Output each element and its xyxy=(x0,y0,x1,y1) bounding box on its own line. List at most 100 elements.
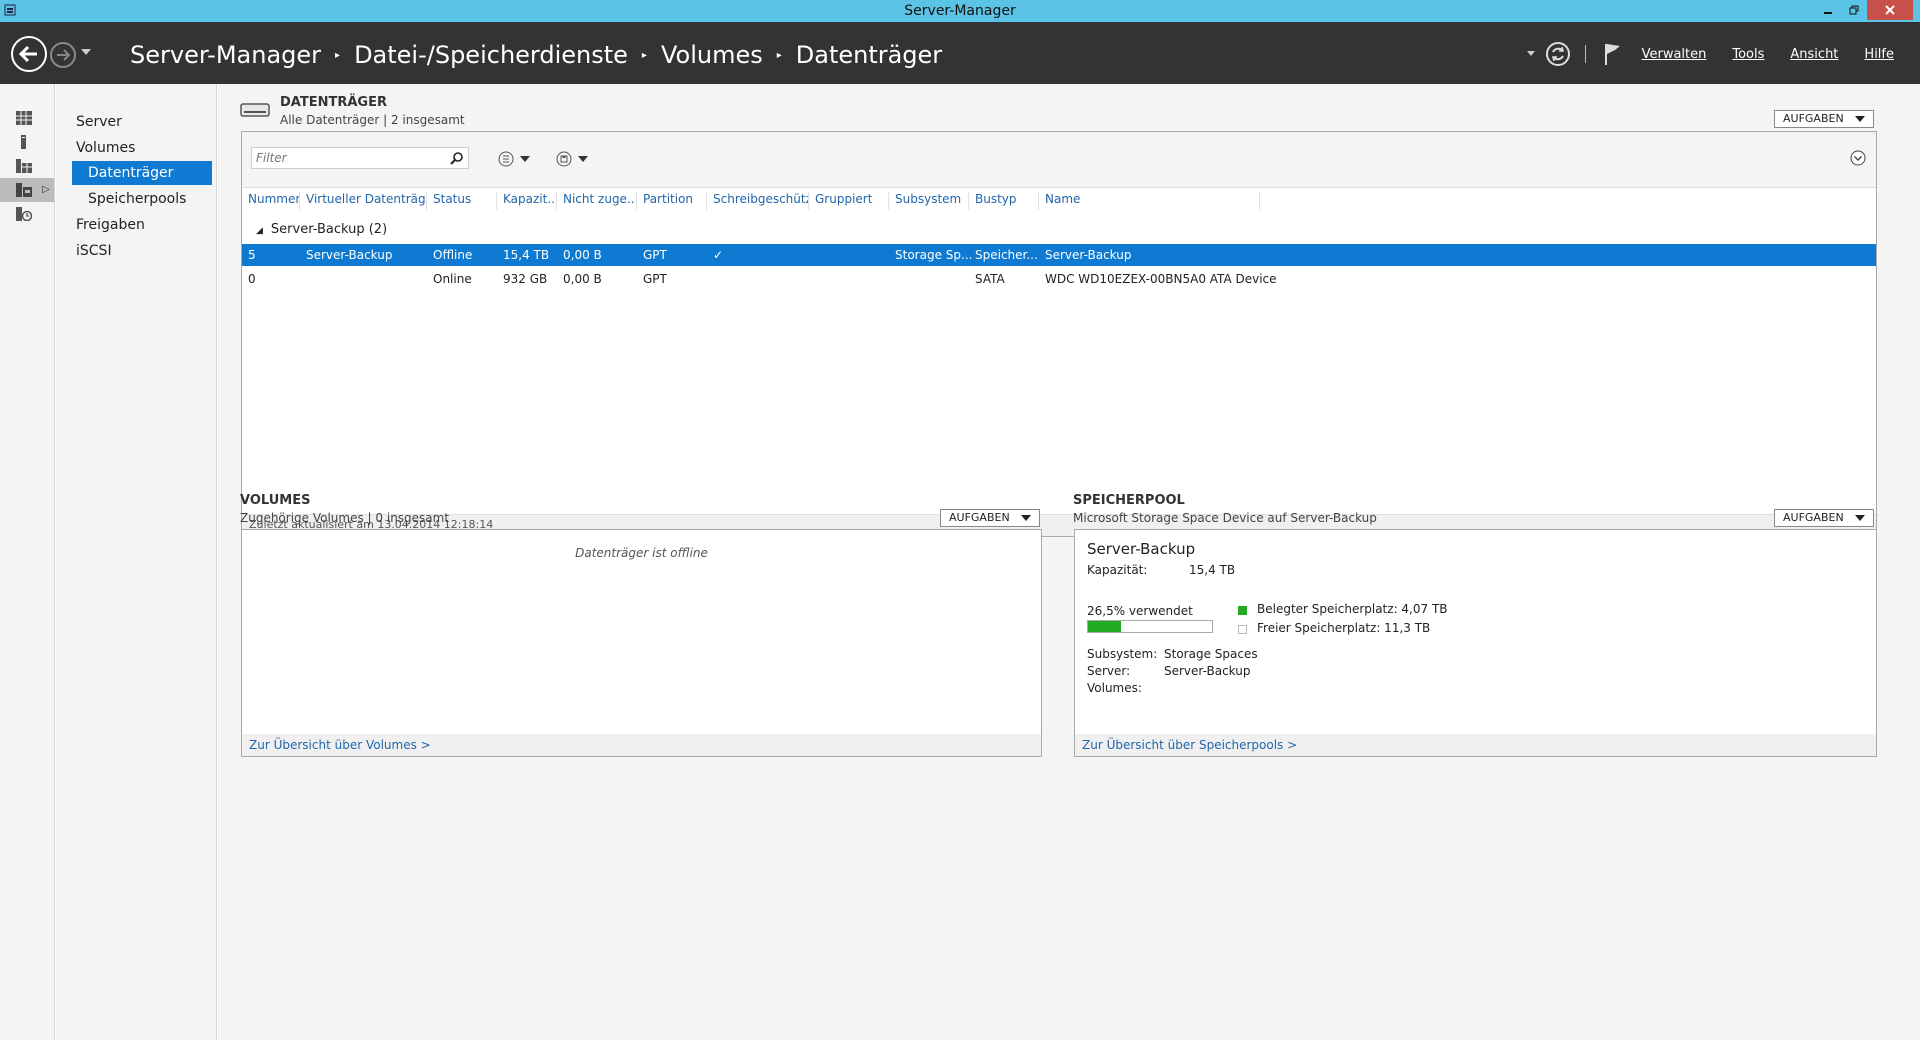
header-separator xyxy=(1584,45,1586,63)
volumes-section-title: VOLUMES xyxy=(240,493,311,508)
volumes-panel: Datenträger ist offline Zur Übersicht üb… xyxy=(241,529,1042,757)
cell-read-only-check: ✓ xyxy=(713,248,724,262)
cell-capacity: 932 GB xyxy=(503,272,548,286)
table-row[interactable]: 5 Server-Backup Offline 15,4 TB 0,00 B G… xyxy=(242,244,1876,266)
storage-pools-overview-link[interactable]: Zur Übersicht über Speicherpools > xyxy=(1075,734,1876,756)
disks-toolbar xyxy=(242,132,1876,188)
rail-file-storage-services[interactable]: ▷ xyxy=(0,178,54,202)
storage-pool-tasks-button[interactable]: AUFGABEN xyxy=(1774,509,1874,527)
cell-bus-type: SATA xyxy=(975,272,1005,286)
volumes-section-subtitle: Zugehörige Volumes | 0 insgesamt xyxy=(240,511,450,525)
file-storage-services-icon xyxy=(16,183,32,197)
column-header-name[interactable]: Name xyxy=(1039,192,1260,210)
back-button[interactable] xyxy=(11,36,47,72)
free-space-legend-swatch xyxy=(1238,625,1247,634)
disks-tasks-button[interactable]: AUFGABEN xyxy=(1774,110,1874,128)
disk-offline-message: Datenträger ist offline xyxy=(575,546,708,560)
rail-local-server[interactable] xyxy=(0,130,54,154)
menu-tools[interactable]: Tools xyxy=(1732,47,1764,62)
disks-section-title: DATENTRÄGER xyxy=(280,95,387,110)
header-dropdown-icon[interactable] xyxy=(1526,51,1535,57)
column-header-bus-type[interactable]: Bustyp xyxy=(969,192,1039,210)
storage-pool-panel: Server-Backup Kapazität: 15,4 TB 26,5% v… xyxy=(1074,529,1877,757)
list-options-icon xyxy=(498,151,514,167)
usage-bar-fill xyxy=(1088,621,1121,632)
restore-icon xyxy=(1849,5,1859,15)
group-header-server-backup[interactable]: ◢ Server-Backup (2) xyxy=(256,222,387,237)
subnav-shares[interactable]: Freigaben xyxy=(76,213,145,237)
breadcrumb-disks[interactable]: Datenträger xyxy=(796,41,942,69)
menu-help[interactable]: Hilfe xyxy=(1864,47,1894,62)
column-header-clustered[interactable]: Gruppiert xyxy=(809,192,889,210)
cell-subsystem: Storage Sp... xyxy=(895,248,973,262)
forward-button[interactable] xyxy=(50,42,76,68)
menu-manage[interactable]: Verwalten xyxy=(1642,47,1707,62)
menu-view[interactable]: Ansicht xyxy=(1790,47,1838,62)
cell-virtual-disk: Server-Backup xyxy=(306,248,393,262)
subnav-iscsi[interactable]: iSCSI xyxy=(76,239,112,263)
restore-button[interactable] xyxy=(1841,0,1867,20)
server-label: Server: xyxy=(1087,664,1131,678)
disks-column-headers: Nummer Virtueller Datenträger Status Kap… xyxy=(242,192,1876,210)
column-header-number[interactable]: Nummer xyxy=(242,192,300,210)
cell-partition: GPT xyxy=(643,272,667,286)
close-button[interactable] xyxy=(1867,0,1913,20)
all-servers-icon xyxy=(16,159,32,173)
breadcrumb-file-storage[interactable]: Datei-/Speicherdienste xyxy=(354,41,628,69)
used-percentage-text: 26,5% verwendet xyxy=(1087,604,1193,618)
breadcrumb-separator-icon: ▸ xyxy=(641,49,647,61)
dashboard-icon xyxy=(16,111,32,125)
used-space-legend-swatch xyxy=(1238,606,1247,615)
used-space-legend: Belegter Speicherplatz: 4,07 TB xyxy=(1257,602,1448,616)
cell-name: Server-Backup xyxy=(1045,248,1132,262)
header-bar: Server-Manager ▸ Datei-/Speicherdienste … xyxy=(0,22,1920,84)
column-header-status[interactable]: Status xyxy=(427,192,497,210)
disk-drive-icon xyxy=(240,103,270,117)
notifications-flag-icon[interactable] xyxy=(1602,42,1624,66)
column-header-read-only[interactable]: Schreibgeschützt xyxy=(707,192,809,210)
usage-bar xyxy=(1087,620,1213,633)
column-header-capacity[interactable]: Kapazit... xyxy=(497,192,557,210)
minimize-icon xyxy=(1824,12,1832,14)
subnav-disks[interactable]: Datenträger xyxy=(72,161,212,185)
table-row[interactable]: 0 Online 932 GB 0,00 B GPT SATA WDC WD10… xyxy=(242,268,1876,290)
cell-unallocated: 0,00 B xyxy=(563,272,602,286)
disks-panel: Nummer Virtueller Datenträger Status Kap… xyxy=(241,131,1877,537)
save-query-button[interactable] xyxy=(556,149,588,169)
window-controls xyxy=(1815,0,1913,20)
minimize-button[interactable] xyxy=(1815,0,1841,20)
disks-tasks-label: AUFGABEN xyxy=(1783,112,1844,125)
tasks-dropdown-icon xyxy=(1855,116,1865,122)
cell-name: WDC WD10EZEX-00BN5A0 ATA Device xyxy=(1045,272,1277,286)
filter-box xyxy=(251,147,469,169)
cell-status: Online xyxy=(433,272,472,286)
breadcrumb-volumes[interactable]: Volumes xyxy=(661,41,763,69)
rail-iis[interactable] xyxy=(0,202,54,226)
rail-all-servers[interactable] xyxy=(0,154,54,178)
breadcrumb-separator-icon: ▸ xyxy=(776,49,782,61)
collapse-expand-icon[interactable] xyxy=(1850,150,1866,166)
local-server-icon xyxy=(21,135,26,149)
main-content: DATENTRÄGER Alle Datenträger | 2 insgesa… xyxy=(218,84,1920,1040)
column-header-partition[interactable]: Partition xyxy=(637,192,707,210)
filter-input[interactable] xyxy=(252,148,442,168)
volumes-tasks-button[interactable]: AUFGABEN xyxy=(940,509,1040,527)
refresh-icon[interactable] xyxy=(1545,41,1571,67)
cell-capacity: 15,4 TB xyxy=(503,248,550,262)
column-header-unallocated[interactable]: Nicht zuge... xyxy=(557,192,637,210)
column-header-subsystem[interactable]: Subsystem xyxy=(889,192,969,210)
view-options-button[interactable] xyxy=(498,149,530,169)
column-header-virtual-disk[interactable]: Virtueller Datenträger xyxy=(300,192,427,210)
breadcrumb-server-manager[interactable]: Server-Manager xyxy=(130,41,321,69)
subnav-storage-pools[interactable]: Speicherpools xyxy=(88,187,186,211)
subnav-volumes[interactable]: Volumes xyxy=(76,136,135,160)
rail-dashboard[interactable] xyxy=(0,106,54,130)
cell-partition: GPT xyxy=(643,248,667,262)
search-icon[interactable] xyxy=(450,151,464,165)
volumes-overview-link[interactable]: Zur Übersicht über Volumes > xyxy=(242,734,1041,756)
breadcrumb-separator-icon: ▸ xyxy=(335,49,341,61)
cell-number: 5 xyxy=(248,248,256,262)
history-dropdown-icon[interactable] xyxy=(81,49,91,57)
subnav-server[interactable]: Server xyxy=(76,110,122,134)
role-server-icon xyxy=(16,207,32,221)
